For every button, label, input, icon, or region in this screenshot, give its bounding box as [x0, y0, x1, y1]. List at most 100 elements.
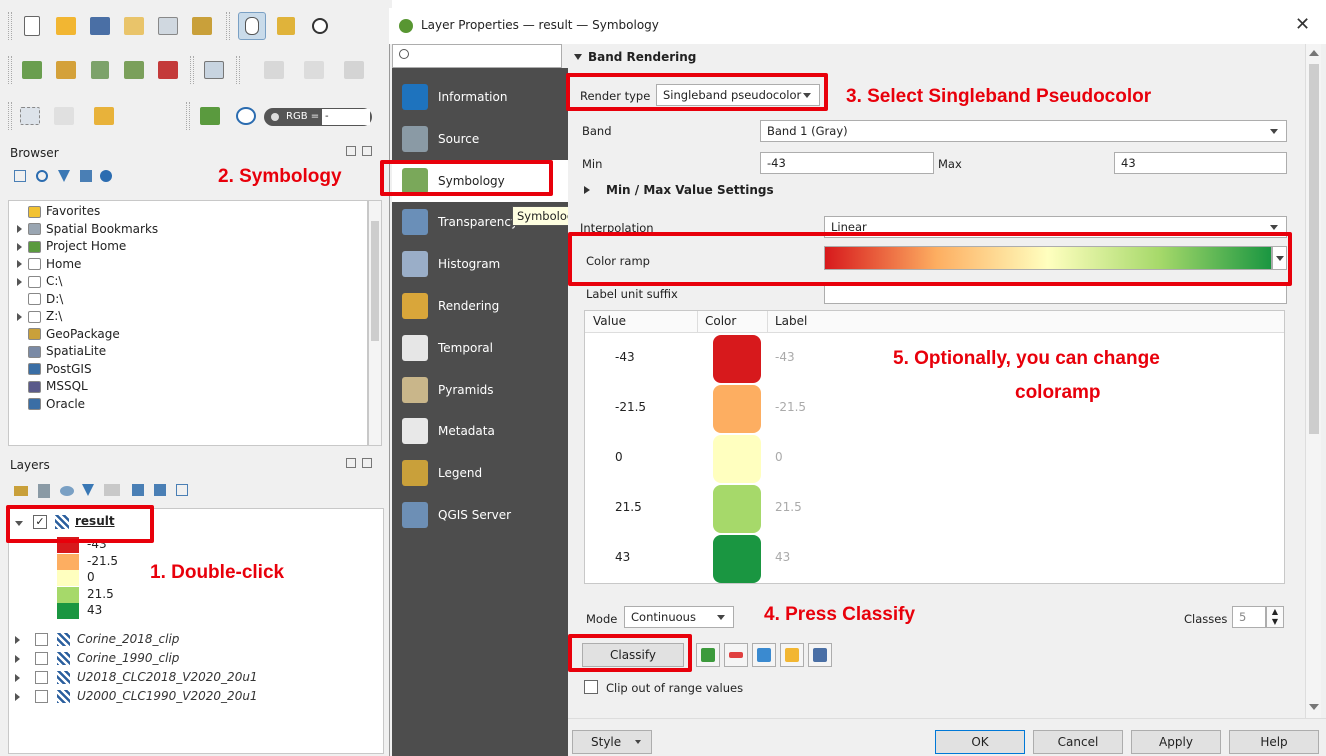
layer-visibility-checkbox[interactable] [35, 690, 48, 703]
load-colormap-button[interactable] [780, 643, 804, 667]
apply-button[interactable]: Apply [1131, 730, 1221, 754]
scroll-up-icon[interactable] [1309, 50, 1319, 56]
class-label[interactable]: -21.5 [775, 400, 806, 414]
layer-name[interactable]: Corine_2018_clip [77, 632, 179, 646]
add-group-icon[interactable] [38, 484, 50, 498]
sidebar-item-legend[interactable]: Legend [392, 452, 568, 494]
properties-info-icon[interactable] [100, 170, 112, 182]
class-color-swatch[interactable] [713, 535, 761, 583]
class-color-swatch[interactable] [713, 335, 761, 383]
clip-checkbox[interactable] [584, 680, 598, 694]
help-button[interactable]: Help [1229, 730, 1319, 754]
expand-arrow-icon[interactable] [584, 186, 590, 194]
invert-colors-button[interactable] [752, 643, 776, 667]
save-edits-button[interactable] [340, 56, 368, 84]
class-value[interactable]: -21.5 [615, 400, 646, 414]
browser-item[interactable]: Project Home [17, 238, 367, 256]
toolbar-grip[interactable] [236, 56, 240, 84]
expand-arrow-icon[interactable] [17, 260, 22, 268]
expand-arrow-icon[interactable] [17, 277, 22, 286]
toolbar-grip[interactable] [226, 12, 230, 40]
browser-item[interactable]: Home [17, 256, 367, 274]
browser-item[interactable]: Favorites [17, 203, 367, 221]
layer-visibility-checkbox[interactable] [35, 671, 48, 684]
add-vector-button[interactable] [86, 56, 114, 84]
float-panel-icon[interactable] [346, 146, 356, 156]
style-dock-icon[interactable] [14, 486, 28, 496]
sidebar-search-input[interactable] [392, 44, 562, 68]
new-print-layout-button[interactable] [120, 12, 148, 40]
expand-arrow-icon[interactable] [15, 655, 20, 663]
eye-icon[interactable] [60, 486, 74, 496]
browser-scrollbar[interactable] [368, 200, 382, 446]
toolbar-grip[interactable] [8, 102, 12, 130]
deselect-button[interactable] [90, 102, 118, 130]
collapse-all-icon[interactable] [80, 170, 92, 182]
add-layer-button[interactable] [52, 56, 80, 84]
measure-button[interactable] [200, 56, 228, 84]
toolbar-grip[interactable] [8, 12, 12, 40]
add-raster-button[interactable] [154, 56, 182, 84]
close-dialog-icon[interactable]: ✕ [1295, 14, 1310, 35]
toolbar-grip[interactable] [190, 56, 194, 84]
style-manager-button[interactable] [188, 12, 216, 40]
layer-name[interactable]: U2018_CLC2018_V2020_20u1 [77, 670, 258, 684]
layer-visibility-checkbox[interactable] [35, 633, 48, 646]
class-value[interactable]: 43 [615, 550, 630, 564]
browser-item[interactable]: PostGIS [17, 361, 367, 379]
expand-arrow-icon[interactable] [15, 674, 20, 682]
mode-select[interactable]: Continuous [624, 606, 734, 628]
edit-disabled-button[interactable] [260, 56, 288, 84]
scrollbar-thumb[interactable] [1309, 64, 1319, 434]
georeferencer-button[interactable] [196, 102, 224, 130]
browser-item[interactable]: GeoPackage [17, 326, 367, 344]
filter-legend-icon[interactable] [82, 484, 94, 496]
pan-to-selection-button[interactable] [272, 12, 300, 40]
open-project-button[interactable] [52, 12, 80, 40]
layer-name[interactable]: Corine_1990_clip [77, 651, 179, 665]
sidebar-item-histogram[interactable]: Histogram [392, 243, 568, 285]
section-collapse-icon[interactable] [574, 54, 582, 60]
refresh-icon[interactable] [36, 170, 48, 182]
class-value[interactable]: -43 [615, 350, 635, 364]
class-color-swatch[interactable] [713, 485, 761, 533]
browser-item[interactable]: C:\ [17, 273, 367, 291]
sidebar-item-metadata[interactable]: Metadata [392, 410, 568, 452]
rgb-readout[interactable]: RGB = - [264, 108, 372, 126]
add-selected-icon[interactable] [14, 170, 26, 182]
class-color-swatch[interactable] [713, 435, 761, 483]
remove-layer-icon[interactable] [176, 484, 188, 496]
content-scrollbar[interactable] [1305, 44, 1321, 718]
browser-item[interactable]: Oracle [17, 396, 367, 414]
toolbar-grip[interactable] [186, 102, 190, 130]
class-label[interactable]: 0 [775, 450, 783, 464]
expand-all-icon[interactable] [132, 484, 144, 496]
digitize-button[interactable] [120, 56, 148, 84]
class-value[interactable]: 21.5 [615, 500, 642, 514]
layout-manager-button[interactable] [154, 12, 182, 40]
class-label[interactable]: 43 [775, 550, 790, 564]
select-features-button[interactable] [16, 102, 44, 130]
scroll-down-icon[interactable] [1309, 704, 1319, 710]
edit-disabled-button-2[interactable] [300, 56, 328, 84]
expand-arrow-icon[interactable] [15, 636, 20, 644]
scrollbar-thumb[interactable] [371, 221, 379, 341]
value-tool-button[interactable] [232, 102, 260, 130]
save-project-button[interactable] [86, 12, 114, 40]
zoom-in-button[interactable] [306, 12, 334, 40]
ok-button[interactable]: OK [935, 730, 1025, 754]
pan-map-button[interactable] [238, 12, 266, 40]
minmax-settings-toggle[interactable]: Min / Max Value Settings [606, 183, 774, 197]
close-panel-icon[interactable] [362, 146, 372, 156]
classes-spinbox[interactable]: 5 [1232, 606, 1266, 628]
new-project-button[interactable] [18, 12, 46, 40]
sidebar-item-qgis-server[interactable]: QGIS Server [392, 494, 568, 536]
data-source-manager-button[interactable] [18, 56, 46, 84]
classes-spin-buttons[interactable]: ▲ ▼ [1266, 606, 1284, 628]
class-label[interactable]: 21.5 [775, 500, 802, 514]
layer-name[interactable]: U2000_CLC1990_V2020_20u1 [77, 689, 258, 703]
max-input[interactable]: 43 [1114, 152, 1287, 174]
browser-item[interactable]: Spatial Bookmarks [17, 221, 367, 239]
expand-arrow-icon[interactable] [15, 693, 20, 701]
browser-item[interactable]: Z:\ [17, 308, 367, 326]
